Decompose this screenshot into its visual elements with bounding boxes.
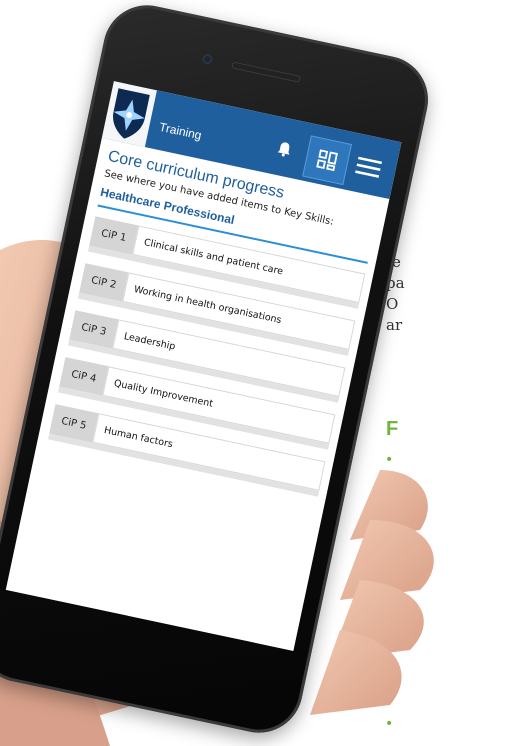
dashboard-icon [316, 149, 338, 172]
cip-code: CiP 3 [69, 310, 119, 349]
main-content: Core curriculum progress See where you h… [45, 148, 379, 509]
shield-logo-icon [113, 88, 150, 139]
bell-icon[interactable] [274, 138, 295, 159]
cip-code: CiP 4 [59, 357, 109, 396]
cip-list: CiP 1 Clinical skills and patient care C… [49, 216, 366, 491]
app-logo [101, 81, 157, 148]
cip-code: CiP 2 [79, 263, 129, 302]
cip-code: CiP 1 [89, 216, 139, 255]
menu-icon [355, 156, 383, 178]
cip-code: CiP 5 [49, 404, 99, 443]
speaker [231, 61, 302, 83]
camera-icon [201, 53, 214, 66]
menu-button[interactable] [351, 151, 386, 183]
dashboard-button[interactable] [302, 135, 353, 186]
app-title: Training [157, 119, 203, 143]
